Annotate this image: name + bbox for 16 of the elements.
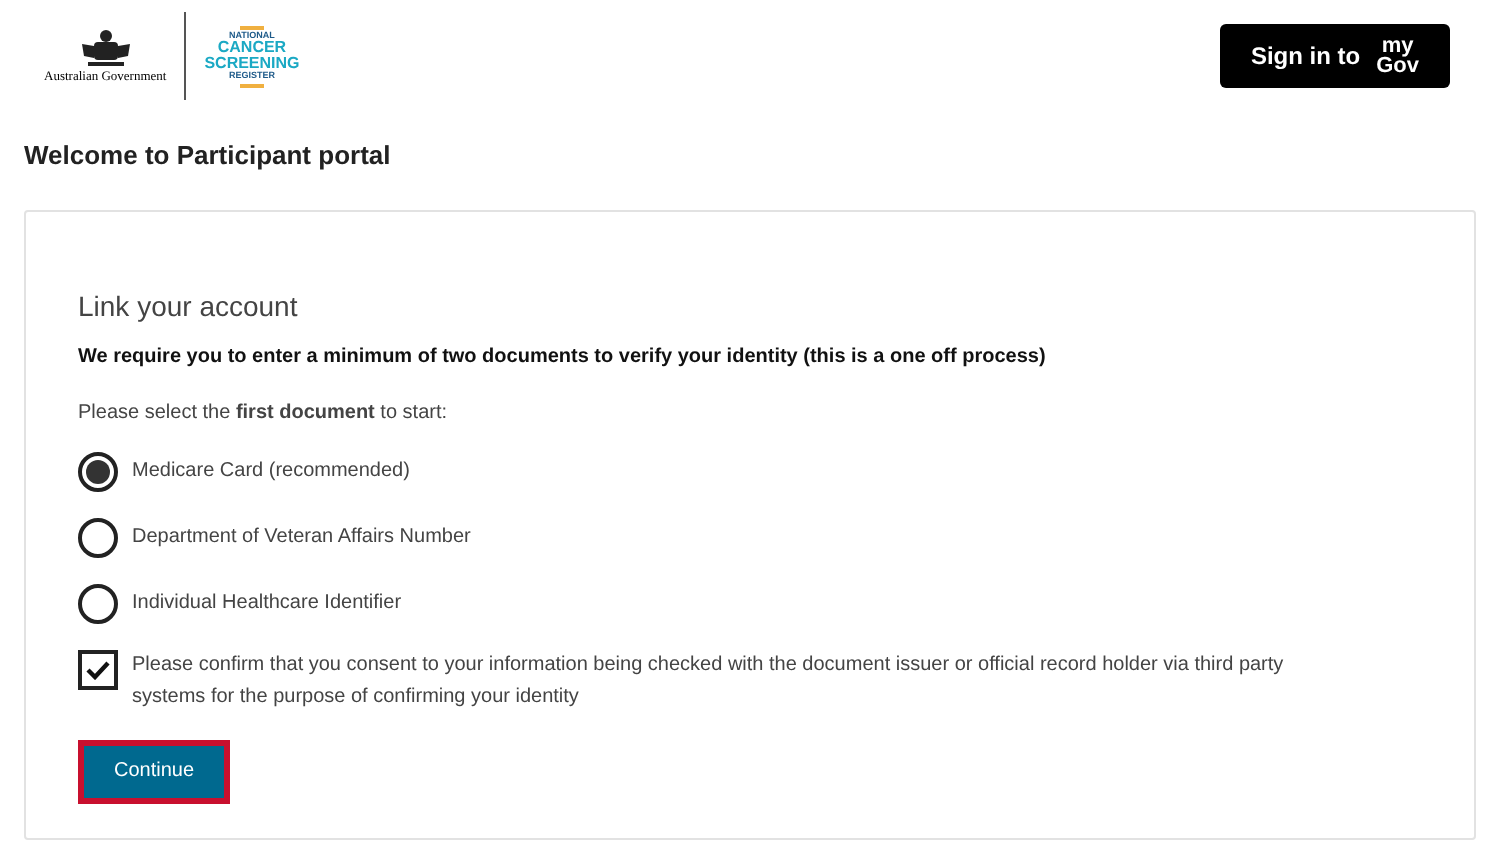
radio-button[interactable] xyxy=(78,451,118,491)
consent-label: Please confirm that you consent to your information being checked with the document issuer or official record holder via third party systems for the purpose of confirming your identity xyxy=(132,651,1286,711)
consent-checkbox[interactable] xyxy=(78,649,118,689)
intro-text: We require you to enter a minimum of two documents to verify your identity (this is a one off process) xyxy=(78,343,1048,371)
register-logo-text: SCREENING xyxy=(204,56,300,72)
radio-label: Individual Healthcare Identifier xyxy=(132,590,402,618)
page-title: Welcome to Participant portal xyxy=(24,138,393,174)
continue-button[interactable]: Continue xyxy=(78,739,230,803)
radio-button[interactable] xyxy=(78,517,118,557)
radio-button[interactable] xyxy=(78,583,118,623)
prompt-text: Please select the first document to start: xyxy=(78,399,450,427)
radio-label: Department of Veteran Affairs Number xyxy=(132,524,471,552)
checkmark-icon xyxy=(86,659,110,679)
radio-label: Medicare Card (recommended) xyxy=(132,458,410,486)
register-logo-text: CANCER xyxy=(217,40,287,56)
card-heading: Link your account xyxy=(78,287,300,323)
